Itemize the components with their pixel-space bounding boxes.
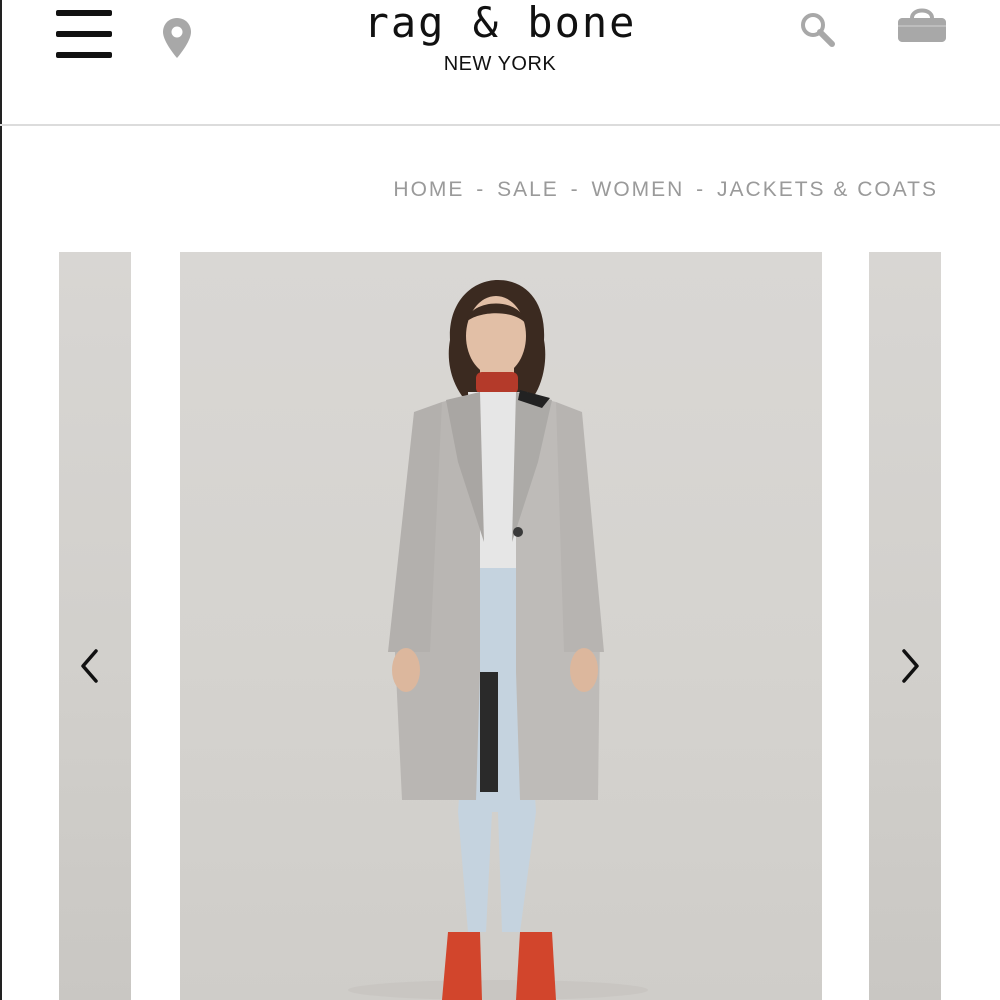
breadcrumb-separator: - — [570, 178, 580, 201]
hamburger-menu-icon[interactable] — [56, 10, 112, 58]
shopping-bag-icon[interactable] — [896, 4, 948, 44]
previous-image-thumbnail[interactable] — [59, 252, 131, 1000]
breadcrumb-jackets-coats[interactable]: JACKETS & COATS — [717, 178, 938, 201]
site-header: rag & bone NEW YORK — [0, 0, 1000, 126]
breadcrumb-sale[interactable]: SALE — [497, 178, 559, 201]
model-wearing-coat-illustration — [348, 280, 648, 1000]
brand-logo[interactable]: rag & bone NEW YORK — [300, 0, 700, 76]
breadcrumb-separator: - — [696, 178, 706, 201]
logo-wordmark: rag & bone — [363, 0, 637, 47]
breadcrumb-home[interactable]: HOME — [393, 178, 464, 201]
breadcrumb: HOME - SALE - WOMEN - JACKETS & COATS — [393, 178, 938, 202]
search-icon[interactable] — [798, 10, 838, 50]
breadcrumb-women[interactable]: WOMEN — [592, 178, 685, 201]
logo-city: NEW YORK — [443, 53, 557, 75]
breadcrumb-separator: - — [476, 178, 486, 201]
product-main-image[interactable] — [180, 252, 822, 1000]
chevron-left-icon[interactable] — [72, 646, 108, 686]
next-image-thumbnail[interactable] — [869, 252, 941, 1000]
map-pin-icon[interactable] — [160, 16, 194, 60]
chevron-right-icon[interactable] — [892, 646, 928, 686]
viewport-edge — [0, 0, 2, 1000]
